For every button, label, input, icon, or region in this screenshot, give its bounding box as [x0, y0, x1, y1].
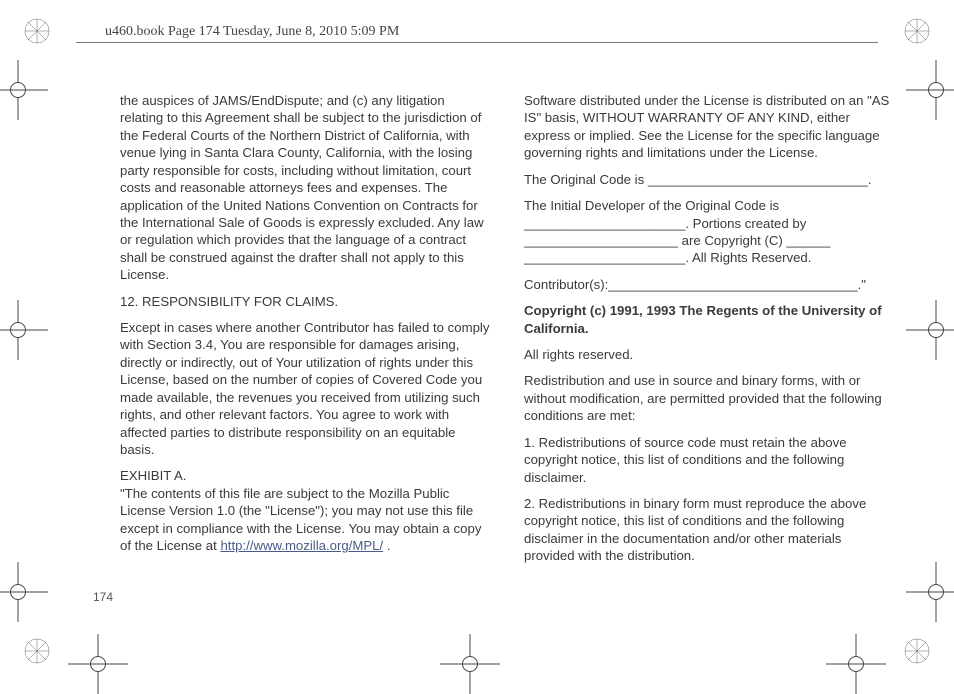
- crop-mark-icon: [440, 634, 500, 694]
- registration-mark-icon: [22, 16, 52, 46]
- header-rule: [76, 42, 878, 43]
- crop-mark-icon: [906, 60, 954, 120]
- license-link[interactable]: http://www.mozilla.org/MPL/: [220, 538, 383, 553]
- page-number: 174: [93, 590, 113, 604]
- body-paragraph: Except in cases where another Contributo…: [120, 319, 490, 458]
- section-heading: EXHIBIT A.: [120, 468, 186, 483]
- copyright-heading: Copyright (c) 1991, 1993 The Regents of …: [524, 302, 894, 337]
- registration-mark-icon: [22, 636, 52, 666]
- exhibit-block: EXHIBIT A. "The contents of this file ar…: [120, 467, 490, 554]
- body-paragraph: 2. Redistributions in binary form must r…: [524, 495, 894, 565]
- body-text: .: [383, 538, 390, 553]
- crop-mark-icon: [0, 60, 48, 120]
- body-paragraph: All rights reserved.: [524, 346, 894, 363]
- page-body: the auspices of JAMS/EndDispute; and (c)…: [120, 92, 894, 574]
- body-paragraph: Contributor(s):_________________________…: [524, 276, 894, 293]
- crop-mark-icon: [68, 634, 128, 694]
- body-paragraph: Software distributed under the License i…: [524, 92, 894, 162]
- body-paragraph: Redistribution and use in source and bin…: [524, 372, 894, 424]
- crop-mark-icon: [906, 562, 954, 622]
- right-column: Software distributed under the License i…: [524, 92, 894, 574]
- crop-mark-icon: [0, 562, 48, 622]
- registration-mark-icon: [902, 16, 932, 46]
- body-paragraph: The Original Code is ___________________…: [524, 171, 894, 188]
- body-paragraph: The Initial Developer of the Original Co…: [524, 197, 894, 267]
- left-column: the auspices of JAMS/EndDispute; and (c)…: [120, 92, 490, 574]
- crop-mark-icon: [826, 634, 886, 694]
- crop-mark-icon: [0, 300, 48, 360]
- running-header: u460.book Page 174 Tuesday, June 8, 2010…: [105, 24, 399, 40]
- crop-mark-icon: [906, 300, 954, 360]
- body-paragraph: 1. Redistributions of source code must r…: [524, 434, 894, 486]
- section-heading: 12. RESPONSIBILITY FOR CLAIMS.: [120, 293, 490, 310]
- registration-mark-icon: [902, 636, 932, 666]
- body-paragraph: the auspices of JAMS/EndDispute; and (c)…: [120, 92, 490, 284]
